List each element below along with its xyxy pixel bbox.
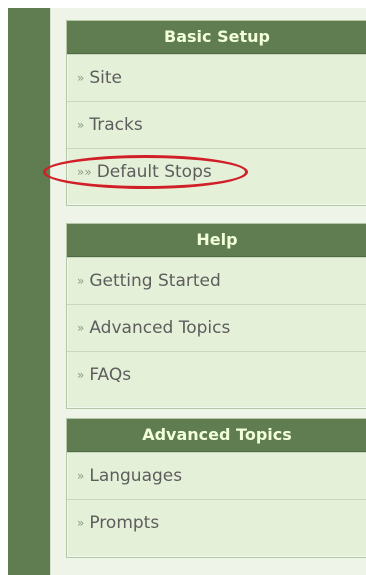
menu-item-label: Advanced Topics [89,318,231,338]
menu-item-languages[interactable]: » Languages [67,452,366,499]
menu-item-faqs[interactable]: » FAQs [67,351,366,398]
menu-prefix: » [77,274,85,288]
left-rail [8,8,50,575]
menu-item-label: Site [89,68,122,88]
menu-item-site[interactable]: » Site [67,54,366,101]
section-title-basic-setup: Basic Setup [67,21,366,54]
menu-item-label: Prompts [89,513,160,533]
menu-item-getting-started[interactable]: » Getting Started [67,257,366,304]
menu-item-tracks[interactable]: » Tracks [67,101,366,148]
menu-item-advanced-topics[interactable]: » Advanced Topics [67,304,366,351]
sidebar-navigation: Basic Setup » Site » Tracks »» Default Stop… [43,8,366,575]
menu-item-default-stops[interactable]: »» Default Stops [43,148,366,195]
menu-prefix: » [77,118,85,132]
section-title-advanced-topics: Advanced Topics [67,419,366,452]
section-advanced-topics: Advanced Topics » Languages » Prompts [66,418,366,558]
section-basic-setup: Basic Setup » Site » Tracks »» Default Stop… [43,20,366,206]
menu-item-label: Languages [89,466,183,486]
menu-prefix: » [77,469,85,483]
menu-item-label: Default Stops [96,162,212,182]
menu-prefix: » [77,516,85,530]
section-help: Help » Getting Started » Advanced Topics »… [66,223,366,409]
menu-item-label: Tracks [89,115,143,135]
menu-prefix: » [77,71,85,85]
menu-prefix: » [77,321,85,335]
menu-item-label: Getting Started [89,271,221,291]
section-title-help: Help [67,224,366,257]
menu-prefix: »» [77,165,92,179]
menu-item-label: FAQs [89,365,132,385]
menu-item-prompts[interactable]: » Prompts [67,499,366,546]
menu-prefix: » [77,368,85,382]
